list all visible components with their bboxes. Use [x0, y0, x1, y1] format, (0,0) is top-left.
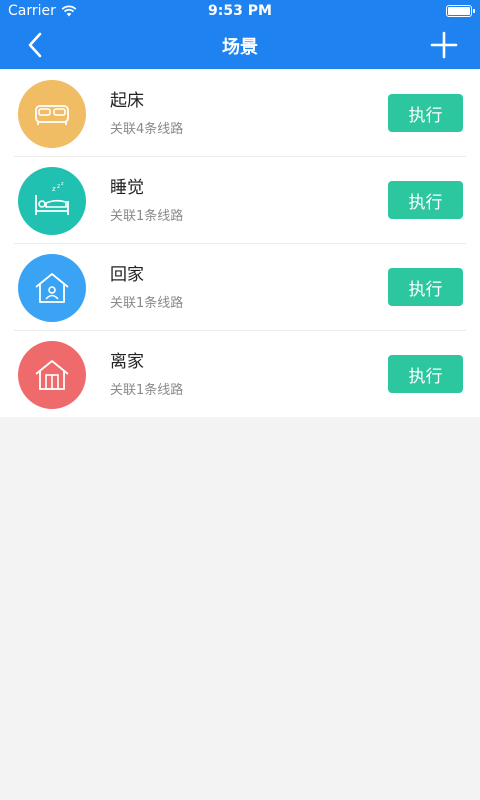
execute-button[interactable]: 执行: [388, 355, 463, 393]
sleeping-person-icon: z z z: [35, 181, 69, 215]
svg-text:z: z: [52, 185, 56, 193]
battery-icon: [446, 5, 475, 17]
scene-avatar: z z z: [18, 167, 86, 235]
scene-name: 离家: [110, 352, 144, 372]
execute-button[interactable]: 执行: [388, 94, 463, 132]
scene-name: 睡觉: [110, 178, 144, 198]
bed-icon: [35, 105, 69, 125]
scene-avatar: [18, 80, 86, 148]
scene-list: 起床 关联4条线路 执行 z z z 睡觉 关联1条线路 执行 回家 关联1条线…: [0, 69, 480, 417]
scene-route-count: 关联1条线路: [110, 383, 184, 398]
svg-text:z: z: [57, 183, 60, 190]
scene-name: 起床: [110, 91, 144, 111]
scene-name: 回家: [110, 265, 144, 285]
execute-button[interactable]: 执行: [388, 268, 463, 306]
scene-route-count: 关联4条线路: [110, 122, 184, 137]
scene-route-count: 关联1条线路: [110, 209, 184, 224]
nav-bar: 场景: [0, 22, 480, 69]
clock: 9:53 PM: [208, 3, 272, 19]
scene-avatar: [18, 254, 86, 322]
scene-item-sleep[interactable]: z z z 睡觉 关联1条线路 执行: [0, 156, 480, 243]
scene-item-leave[interactable]: 离家 关联1条线路 执行: [0, 330, 480, 417]
execute-button[interactable]: 执行: [388, 181, 463, 219]
scene-avatar: [18, 341, 86, 409]
home-person-icon: [35, 273, 69, 303]
svg-text:z: z: [61, 181, 64, 187]
add-scene-button[interactable]: [430, 31, 458, 59]
status-bar: Carrier 9:53 PM: [0, 0, 480, 22]
home-door-icon: [35, 360, 69, 390]
scene-route-count: 关联1条线路: [110, 296, 184, 311]
scene-item-home[interactable]: 回家 关联1条线路 执行: [0, 243, 480, 330]
scene-item-wake[interactable]: 起床 关联4条线路 执行: [0, 69, 480, 156]
page-title: 场景: [222, 37, 258, 58]
